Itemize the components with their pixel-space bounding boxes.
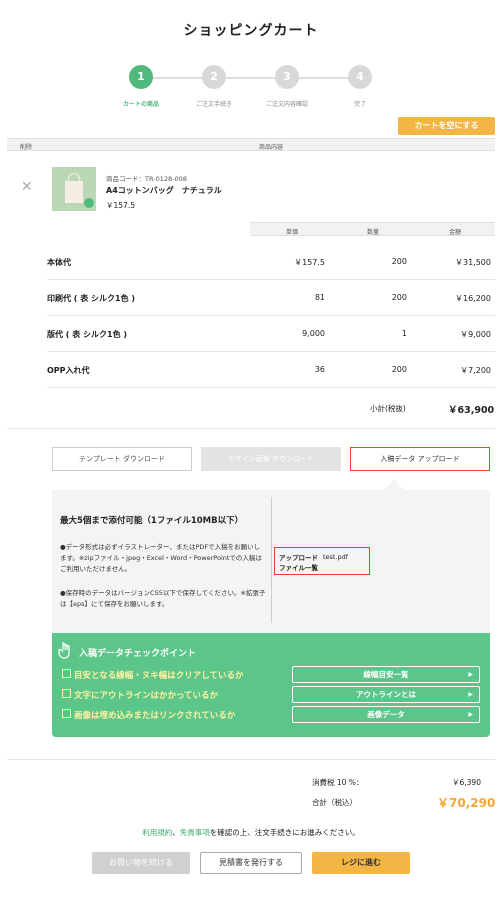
step-4-circle: 4	[348, 65, 372, 89]
total-value: ￥70,290	[437, 796, 496, 810]
check-item-text: 目安となる線幅・ヌキ幅はクリアしているか	[73, 671, 244, 681]
check-item: 文字にアウトラインはかかっているか	[62, 689, 218, 701]
step-4-label: 完了	[353, 101, 366, 108]
terms-rest: を確認の上、注文手続きにお進みください。	[209, 828, 360, 837]
unit-header: 単価	[286, 229, 299, 236]
step-1-circle: 1	[129, 65, 153, 89]
row-label: 印刷代 ( 表 シルク1色 )	[47, 294, 136, 303]
divider	[7, 759, 495, 760]
product-image	[52, 167, 96, 211]
subtotal-value: ￥63,900	[448, 405, 495, 416]
step-1-label: カートの商品	[122, 101, 159, 108]
product-code: 商品コード：TR-0128-008	[106, 175, 187, 183]
step-3-circle: 3	[275, 65, 299, 89]
row-label: 版代 ( 表 シルク1色 )	[47, 330, 128, 339]
total-label: 合計（税込）	[312, 798, 357, 807]
pointer-hand-icon	[58, 641, 72, 659]
uploaded-file-list: アップロード ファイル一覧 test.pdf	[274, 547, 370, 575]
product-name: A4コットンバッグ ナチュラル	[106, 186, 222, 195]
image-data-button[interactable]: 画像データ ▶	[292, 706, 480, 723]
upload-heading: 最大5個まで添付可能（1ファイル10MB以下）	[60, 516, 244, 526]
checkbox-icon	[62, 689, 71, 698]
upload-note-2: ●保存時のデータはバージョンCS5以下で保存してください。※拡張子は【eps】に…	[60, 589, 266, 608]
upload-note-1: ●データ形式は必ずイラストレーター、またはPDFで入稿をお願いします。※zipフ…	[60, 543, 262, 573]
amount-header: 金額	[449, 229, 462, 236]
upload-divider	[271, 497, 272, 623]
row-unit: 36	[314, 365, 325, 374]
arrow-right-icon: ▶	[468, 691, 473, 698]
remove-item-icon[interactable]: ✕	[21, 179, 33, 195]
row-unit: 9,000	[302, 329, 325, 338]
row-amount: ￥7,200	[460, 366, 491, 375]
checkbox-icon	[62, 709, 71, 718]
price-row: OPP入れ代 36 200 ￥7,200	[47, 352, 495, 388]
page-title: ショッピングカート	[183, 23, 319, 39]
cart-header: 削除 商品内容	[7, 138, 495, 151]
content-header: 商品内容	[259, 144, 284, 151]
button-label: 画像データ	[367, 710, 405, 719]
tab-pointer	[384, 479, 404, 490]
uploaded-file-name[interactable]: test.pdf	[323, 553, 348, 561]
empty-cart-button[interactable]: カートを空にする	[398, 117, 495, 135]
row-unit: ￥157.5	[294, 258, 325, 267]
price-row: 印刷代 ( 表 シルク1色 ) 81 200 ￥16,200	[47, 280, 495, 316]
qty-header: 数量	[367, 229, 380, 236]
disclaimer-link[interactable]: 免責事項	[180, 828, 210, 837]
issue-quote-button[interactable]: 見積書を発行する	[200, 852, 302, 874]
row-qty: 200	[391, 365, 407, 374]
line-width-guide-button[interactable]: 線幅目安一覧 ▶	[292, 666, 480, 683]
check-item-text: 文字にアウトラインはかかっているか	[73, 691, 219, 701]
check-item-text: 画像は埋め込みまたはリンクされているか	[73, 711, 236, 721]
template-download-tab[interactable]: テンプレート ダウンロード	[52, 447, 192, 471]
row-label: 本体代	[47, 258, 71, 267]
price-row: 本体代 ￥157.5 200 ￥31,500	[47, 244, 495, 280]
row-unit: 81	[314, 293, 325, 302]
product-price: ￥157.5	[106, 201, 135, 210]
step-2-label: ご注文手続き	[195, 101, 232, 108]
row-qty: 200	[391, 293, 407, 302]
button-label: 線幅目安一覧	[363, 670, 409, 679]
terms-text: 利用規約、免責事項を確認の上、注文手続きにお進みください。	[0, 827, 502, 838]
row-amount: ￥31,500	[455, 258, 491, 267]
checkout-button[interactable]: レジに進む	[312, 852, 410, 874]
check-item: 画像は埋め込みまたはリンクされているか	[62, 709, 235, 721]
row-amount: ￥16,200	[455, 294, 491, 303]
arrow-right-icon: ▶	[468, 671, 473, 678]
check-title: 入稿データチェックポイント	[79, 649, 197, 659]
step-2-circle: 2	[202, 65, 226, 89]
continue-shopping-button[interactable]: お買い物を続ける	[92, 852, 190, 874]
row-qty: 1	[401, 329, 407, 338]
outline-guide-button[interactable]: アウトラインとは ▶	[292, 686, 480, 703]
check-item: 目安となる線幅・ヌキ幅はクリアしているか	[62, 669, 243, 681]
button-label: アウトラインとは	[356, 690, 416, 699]
price-row: 版代 ( 表 シルク1色 ) 9,000 1 ￥9,000	[47, 316, 495, 352]
row-label: OPP入れ代	[47, 366, 90, 375]
design-download-tab[interactable]: デザイン画像 ダウンロード	[201, 447, 341, 471]
tax-value: ￥6,390	[452, 778, 481, 787]
file-list-label: ファイル一覧	[279, 564, 318, 572]
tax-label: 消費税 10 %：	[312, 778, 364, 787]
file-list-label: アップロード	[279, 554, 318, 562]
steps-line	[152, 77, 352, 79]
price-header: 単価 数量 金額	[250, 222, 495, 236]
delete-header: 削除	[20, 144, 33, 151]
terms-separator: 、	[172, 828, 180, 837]
step-3-label: ご注文内容確認	[265, 101, 308, 108]
row-qty: 200	[391, 257, 407, 266]
terms-link[interactable]: 利用規約	[142, 828, 172, 837]
checkbox-icon	[62, 669, 71, 678]
divider	[7, 428, 495, 429]
row-amount: ￥9,000	[460, 330, 491, 339]
subtotal-label: 小計(税抜)	[370, 404, 406, 413]
arrow-right-icon: ▶	[468, 711, 473, 718]
upload-tab[interactable]: 入稿データ アップロード	[350, 447, 490, 471]
